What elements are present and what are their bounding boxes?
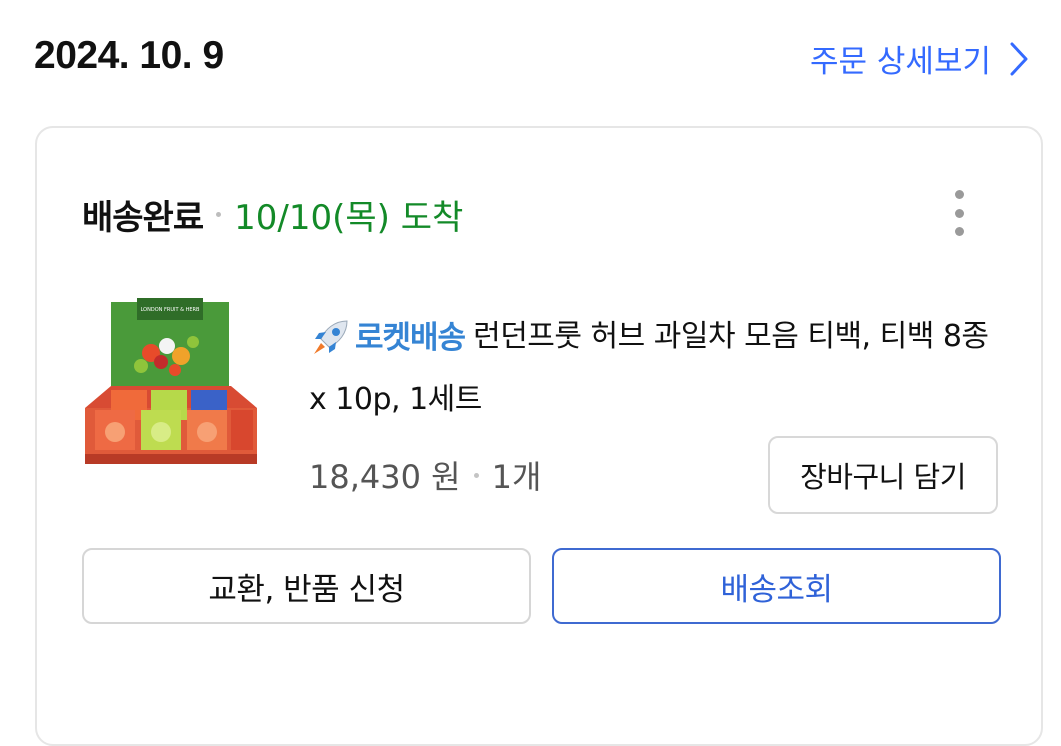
delivery-status-row: 배송완료 10/10(목) 도착 [82,190,463,239]
price-row: 18,430 원 1개 [309,452,541,498]
track-delivery-button[interactable]: 배송조회 [552,548,1001,624]
delivery-status: 배송완료 [82,198,204,238]
chevron-right-icon [1010,42,1028,75]
more-options-button[interactable] [947,190,971,236]
order-detail-label: 주문 상세보기 [810,44,991,80]
product-image[interactable]: LONDON FRUIT & HERB [81,298,261,468]
exchange-return-button[interactable]: 교환, 반품 신청 [82,548,531,624]
product-quantity: 1개 [491,458,542,496]
separator-dot [473,472,479,478]
rocket-icon [314,319,348,354]
order-date: 2024. 10. 9 [34,34,224,77]
add-to-cart-button[interactable]: 장바구니 담기 [768,436,998,514]
rocket-delivery-label: 로켓배송 [355,319,466,356]
product-price: 18,430 원 [309,458,461,496]
product-title-block[interactable]: 로켓배송 런던프룻 허브 과일차 모음 티백, 티백 8종 x 10p, 1세트 [309,306,999,431]
rocket-delivery-badge: 로켓배송 [309,307,466,369]
separator-dot [216,212,222,217]
brand-logo-text: LONDON FRUIT & HERB [141,307,200,313]
more-vertical-icon [954,190,964,199]
order-detail-link[interactable]: 주문 상세보기 [810,36,1029,81]
order-card: 배송완료 10/10(목) 도착 LONDON FRUIT & HERB 로켓배… [35,126,1043,746]
arrival-date: 10/10(목) 도착 [234,198,464,238]
